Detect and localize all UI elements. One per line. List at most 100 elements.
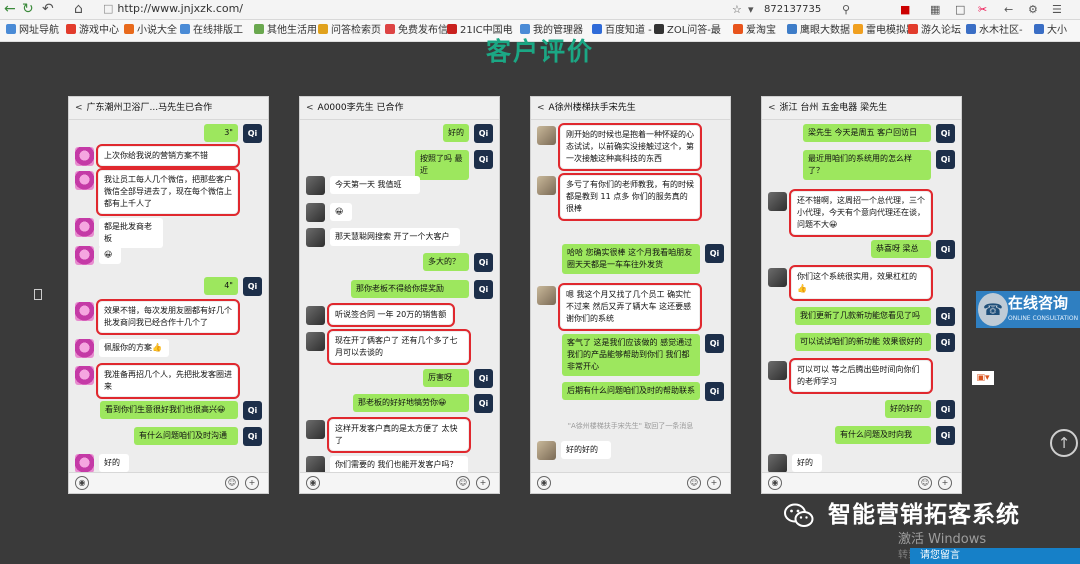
bookmark-icon: [6, 24, 16, 34]
menu-icon[interactable]: ☰: [1052, 2, 1062, 17]
chat-input-bar: ◉ ☺ +: [762, 472, 961, 493]
address-url[interactable]: http://www.jnjxzk.com/: [117, 2, 243, 15]
message-bubble: 恭喜呀 梁总: [871, 240, 931, 258]
agent-avatar: Qi: [705, 244, 724, 263]
customer-avatar: [75, 171, 94, 190]
customer-avatar: [768, 361, 787, 380]
chat-contact-name: 广东潮州卫浴厂...马先生已合作: [86, 103, 213, 113]
chat-contact-name: 浙江 台州 五金电器 梁先生: [779, 103, 888, 113]
consult-subtitle: ONLINE CONSULTATION: [1008, 315, 1079, 322]
agent-avatar: Qi: [936, 240, 955, 259]
agent-avatar: Qi: [243, 401, 262, 420]
message-bubble: 多亏了有你们的老师教我，有的时候都是教到 11 点多 你们的服务真的很棒: [558, 173, 702, 221]
agent-avatar: Qi: [243, 427, 262, 446]
browser-toolbar: ← ↻ ↶ ⌂ □ http://www.jnjxzk.com/ ☆ ▾ 8721…: [0, 0, 1080, 20]
settings-icon[interactable]: ⚙: [1028, 2, 1038, 17]
agent-avatar: Qi: [474, 124, 493, 143]
bookmark-icon: [853, 24, 863, 34]
refresh-icon[interactable]: ↻: [22, 1, 34, 18]
bookmark-item[interactable]: 游戏中心: [66, 23, 119, 38]
bookmark-item[interactable]: 小说大全: [124, 23, 177, 38]
bookmark-item[interactable]: 问答检索页: [318, 23, 381, 38]
chat-input-bar: ◉ ☺ +: [69, 472, 268, 493]
customer-avatar: [768, 268, 787, 287]
extension-icon[interactable]: ■: [900, 2, 910, 17]
bookmark-item[interactable]: 雷电模拟器: [853, 23, 916, 38]
bookmark-item[interactable]: 大小: [1034, 23, 1067, 38]
bookmark-item[interactable]: 网址导航: [6, 23, 59, 38]
bookmark-label: 大小: [1047, 25, 1067, 36]
bookmark-item[interactable]: 我的管理器: [520, 23, 583, 38]
tab-icon[interactable]: □: [955, 2, 965, 17]
message-bubble: 佩服你的方案👍: [99, 339, 169, 357]
agent-avatar: Qi: [474, 369, 493, 388]
search-box[interactable]: 872137735: [764, 2, 821, 17]
star-icon[interactable]: ☆: [732, 2, 742, 17]
consult-title: 在线咨询: [1008, 294, 1069, 312]
consult-widget[interactable]: ☎ 在线咨询 ONLINE CONSULTATION: [976, 291, 1080, 328]
chat-body: 刚开始的时候也是抱着一种怀疑的心态试试，以前确实没接触过这个，第一次接触这种高科…: [531, 120, 730, 472]
agent-avatar: Qi: [243, 277, 262, 296]
chat-header: < A0000李先生 已合作: [300, 97, 499, 120]
message-bubble: 我准备再招几个人，先把批发客圈进来: [96, 363, 240, 399]
message-bubble: 看到你们生意很好我们也很高兴😀: [100, 401, 238, 419]
customer-avatar: [75, 366, 94, 385]
chat-screenshot: < A徐州楼梯扶手宋先生 刚开始的时候也是抱着一种怀疑的心态试试，以前确实没接触过这…: [530, 96, 731, 494]
message-bubble: 还不错啊，这周招一个总代理，三个小代理，今天有个意向代理还在谈，问题不大😀: [789, 189, 933, 237]
scissors-icon[interactable]: ✂: [978, 2, 987, 17]
agent-avatar: Qi: [936, 124, 955, 143]
undo-icon[interactable]: ↶: [42, 1, 54, 18]
chat-body: Qi 好的 Qi 按照了吗 最近 今天第一天 我值班 😀 那天慧聪网搜索 开了一个大客户 Qi…: [300, 120, 499, 475]
bookmark-item[interactable]: 爱淘宝: [733, 23, 776, 38]
leave-message-button[interactable]: 请您留言: [910, 548, 1080, 564]
bookmark-item[interactable]: 免费发布信: [385, 23, 448, 38]
back-icon[interactable]: ←: [4, 1, 16, 18]
bookmark-icon: [1034, 24, 1044, 34]
bookmark-item[interactable]: 鹰眼大数据: [787, 23, 850, 38]
side-toggle[interactable]: [34, 289, 42, 300]
grid-icon[interactable]: ▦: [930, 2, 940, 17]
customer-avatar: [75, 339, 94, 358]
bookmark-icon: [654, 24, 664, 34]
bookmark-item[interactable]: 游久论坛: [908, 23, 961, 38]
bookmark-item[interactable]: 在线排版工: [180, 23, 243, 38]
customer-avatar: [537, 441, 556, 460]
customer-avatar: [306, 306, 325, 325]
bookmark-item[interactable]: 21IC中国电: [447, 23, 513, 38]
agent-avatar: Qi: [243, 124, 262, 143]
bookmark-item[interactable]: ZOL问答-最: [654, 23, 721, 38]
bookmark-item[interactable]: 其他生活用: [254, 23, 317, 38]
message-bubble: 梁先生 今天是周五 客户回访日: [803, 124, 931, 142]
message-bubble: 😀: [330, 203, 352, 221]
message-bubble: 厉害呀: [423, 369, 469, 387]
voice-input-icon: ◉: [75, 476, 89, 490]
message-bubble: 我们更新了几款新功能您看见了吗: [795, 307, 931, 325]
message-bubble: 都是批发商老板: [99, 218, 163, 248]
emoji-icon: ☺: [225, 476, 239, 490]
agent-avatar: Qi: [936, 150, 955, 169]
address-bar[interactable]: □ http://www.jnjxzk.com/: [103, 1, 243, 17]
chat-mini-icon[interactable]: ▣▾: [972, 371, 994, 385]
chat-header: < A徐州楼梯扶手宋先生: [531, 97, 730, 120]
message-bubble: 多大的？: [423, 253, 469, 271]
chevron-left-icon: <: [306, 103, 314, 113]
agent-avatar: Qi: [474, 394, 493, 413]
bookmark-label: 百度知道 -: [605, 25, 652, 36]
chat-screenshot: < A0000李先生 已合作 Qi 好的 Qi 按照了吗 最近 今天第一天 我值班 😀 那天慧聪…: [299, 96, 500, 494]
home-icon[interactable]: ⌂: [74, 1, 83, 18]
voice-message: 4": [204, 277, 238, 295]
system-notice: "A徐州楼梯扶手宋先生" 取回了一条消息: [567, 422, 694, 430]
message-bubble: 上次你给我说的营销方案不错: [96, 144, 240, 168]
add-icon: +: [476, 476, 490, 490]
scroll-top-icon[interactable]: ↑: [1050, 429, 1078, 457]
message-bubble: 最近用咱们的系统用的怎么样了？: [803, 150, 931, 180]
bookmark-item[interactable]: 百度知道 -: [592, 23, 652, 38]
search-icon[interactable]: ⚲: [842, 2, 850, 17]
bookmark-icon: [180, 24, 190, 34]
dropdown-icon[interactable]: ▾: [748, 2, 754, 17]
bookmark-item[interactable]: 水木社区-: [966, 23, 1023, 38]
back-arrow-icon[interactable]: ←: [1004, 2, 1013, 17]
message-bubble: 有什么问题咱们及时沟通: [134, 427, 238, 445]
chat-input-bar: ◉ ☺ +: [300, 472, 499, 493]
message-bubble: 那老板的好好地犒劳你😀: [353, 394, 469, 412]
